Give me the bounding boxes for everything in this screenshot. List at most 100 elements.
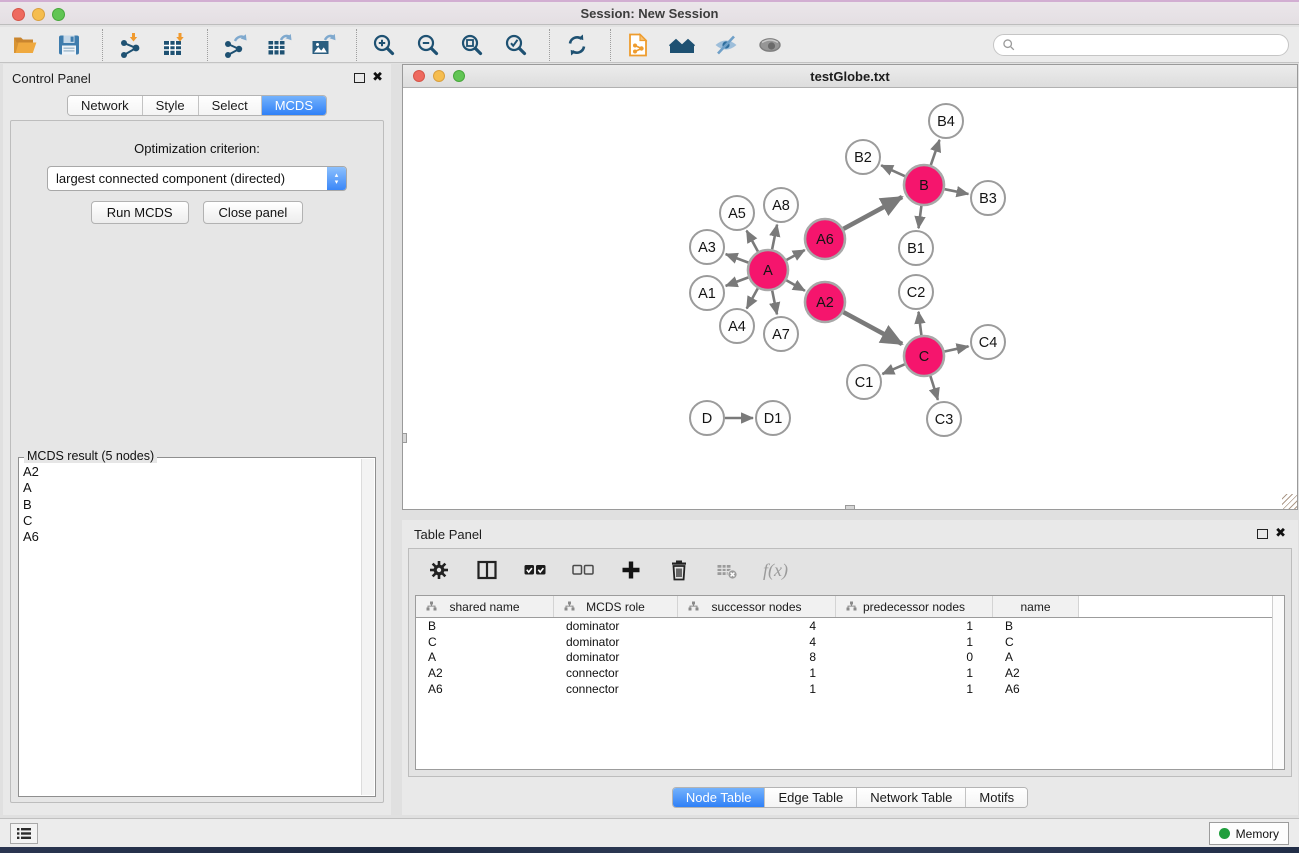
edge-C-C2[interactable] [919, 312, 922, 335]
mcds-result-item[interactable]: A6 [23, 529, 375, 545]
cell-successor-nodes[interactable]: 4 [678, 619, 836, 633]
cell-name[interactable]: A [993, 650, 1079, 664]
network-window-titlebar[interactable]: testGlobe.txt [403, 65, 1297, 88]
import-table-button[interactable] [159, 30, 189, 60]
select-all-columns-button[interactable] [523, 558, 547, 582]
graph-node-B4[interactable]: B4 [929, 104, 963, 138]
edge-B-B3[interactable] [945, 189, 969, 194]
memory-button[interactable]: Memory [1209, 822, 1289, 845]
tab-select[interactable]: Select [199, 96, 262, 115]
cell-successor-nodes[interactable]: 1 [678, 666, 836, 680]
column-header-predecessor-nodes[interactable]: predecessor nodes [836, 596, 993, 617]
import-network-button[interactable] [115, 30, 145, 60]
criterion-select[interactable]: largest connected component (directed) ▴… [47, 166, 347, 191]
graph-node-A4[interactable]: A4 [720, 309, 754, 343]
cell-mcds-role[interactable]: connector [554, 682, 678, 696]
table-row[interactable]: Bdominator41B [416, 618, 1284, 634]
column-header-mcds-role[interactable]: MCDS role [554, 596, 678, 617]
table-settings-button[interactable] [427, 558, 451, 582]
edge-C-C3[interactable] [930, 376, 938, 400]
graph-node-A3[interactable]: A3 [690, 230, 724, 264]
cell-predecessor-nodes[interactable]: 0 [836, 650, 993, 664]
tab-network-table[interactable]: Network Table [857, 788, 966, 807]
add-column-button[interactable] [619, 558, 643, 582]
open-session-button[interactable] [10, 30, 40, 60]
mcds-result-item[interactable]: A [23, 480, 375, 496]
edge-A6-B[interactable] [843, 197, 902, 229]
graph-node-B1[interactable]: B1 [899, 231, 933, 265]
edge-A-A5[interactable] [747, 231, 758, 252]
cell-mcds-role[interactable]: connector [554, 666, 678, 680]
edge-C-C4[interactable] [945, 346, 969, 351]
edge-B-B2[interactable] [881, 165, 905, 176]
table-row[interactable]: A2connector11A2 [416, 665, 1284, 681]
mcds-result-item[interactable]: C [23, 513, 375, 529]
cell-predecessor-nodes[interactable]: 1 [836, 635, 993, 649]
cell-mcds-role[interactable]: dominator [554, 650, 678, 664]
close-panel-icon[interactable]: ✖ [372, 69, 383, 85]
float-panel-icon[interactable] [354, 73, 365, 83]
table-row[interactable]: Adominator80A [416, 649, 1284, 665]
split-panel-button[interactable] [475, 558, 499, 582]
mcds-list-scrollbar[interactable] [361, 459, 374, 795]
graph-node-A[interactable]: A [748, 250, 788, 290]
cell-predecessor-nodes[interactable]: 1 [836, 666, 993, 680]
graph-node-B2[interactable]: B2 [846, 140, 880, 174]
cell-shared-name[interactable]: A2 [416, 666, 554, 680]
function-builder-button[interactable]: f(x) [763, 558, 788, 582]
tab-motifs[interactable]: Motifs [966, 788, 1027, 807]
show-graphics-details-button[interactable] [755, 30, 785, 60]
tab-edge-table[interactable]: Edge Table [765, 788, 857, 807]
graph-node-C1[interactable]: C1 [847, 365, 881, 399]
float-table-panel-icon[interactable] [1257, 529, 1268, 539]
new-network-from-file-button[interactable] [623, 30, 653, 60]
cell-shared-name[interactable]: A6 [416, 682, 554, 696]
cell-name[interactable]: A2 [993, 666, 1079, 680]
cell-shared-name[interactable]: A [416, 650, 554, 664]
edge-A-A3[interactable] [726, 254, 749, 263]
column-header-shared-name[interactable]: shared name [416, 596, 554, 617]
export-image-button[interactable] [308, 30, 338, 60]
hide-graphics-details-button[interactable] [711, 30, 741, 60]
zoom-fit-button[interactable] [457, 30, 487, 60]
zoom-out-button[interactable] [413, 30, 443, 60]
cell-successor-nodes[interactable]: 4 [678, 635, 836, 649]
export-network-button[interactable] [220, 30, 250, 60]
graph-node-C3[interactable]: C3 [927, 402, 961, 436]
zoom-selected-button[interactable] [501, 30, 531, 60]
edge-A2-C[interactable] [843, 312, 902, 344]
network-canvas[interactable]: B4B2BB3A8A5A6A3B1AA1C2A2A4A7C4CC1C3DD1 [403, 88, 1297, 509]
home-layout-button[interactable] [667, 30, 697, 60]
cell-predecessor-nodes[interactable]: 1 [836, 682, 993, 696]
graph-node-C4[interactable]: C4 [971, 325, 1005, 359]
cell-successor-nodes[interactable]: 8 [678, 650, 836, 664]
run-mcds-button[interactable]: Run MCDS [91, 201, 189, 224]
unselect-all-columns-button[interactable] [571, 558, 595, 582]
edge-A-A7[interactable] [772, 291, 777, 315]
window-resize-handle-left[interactable] [402, 433, 407, 443]
graph-node-D[interactable]: D [690, 401, 724, 435]
graph-node-B[interactable]: B [904, 165, 944, 205]
cell-shared-name[interactable]: C [416, 635, 554, 649]
delete-columns-button[interactable] [667, 558, 691, 582]
tab-network[interactable]: Network [68, 96, 143, 115]
mcds-result-item[interactable]: A2 [23, 464, 375, 480]
graph-node-A8[interactable]: A8 [764, 188, 798, 222]
table-scrollbar[interactable] [1272, 596, 1284, 769]
task-history-button[interactable] [10, 823, 38, 844]
graph-node-C[interactable]: C [904, 336, 944, 376]
edge-A-A1[interactable] [726, 277, 749, 286]
edge-C-C1[interactable] [882, 364, 904, 374]
edge-B-B4[interactable] [931, 140, 940, 165]
cell-name[interactable]: A6 [993, 682, 1079, 696]
window-resize-grip[interactable] [1282, 494, 1297, 509]
graph-node-C2[interactable]: C2 [899, 275, 933, 309]
close-panel-button[interactable]: Close panel [203, 201, 304, 224]
table-row[interactable]: A6connector11A6 [416, 681, 1284, 697]
edge-A-A4[interactable] [747, 288, 758, 308]
tab-mcds[interactable]: MCDS [262, 96, 326, 115]
graph-node-A7[interactable]: A7 [764, 317, 798, 351]
column-header-name[interactable]: name [993, 596, 1079, 617]
column-header-successor-nodes[interactable]: successor nodes [678, 596, 836, 617]
graph-node-A5[interactable]: A5 [720, 196, 754, 230]
